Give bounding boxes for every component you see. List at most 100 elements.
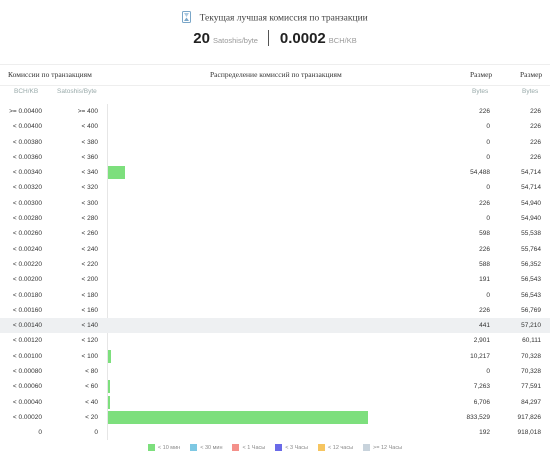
fee-sat-cell: < 240: [81, 245, 98, 253]
fee-bch-cell: < 0.00300: [12, 199, 42, 207]
title-row: Текущая лучшая комиссия по транзакции: [0, 11, 550, 26]
fee-sat-cell: < 220: [81, 260, 98, 268]
fee-sat-cell: < 200: [81, 276, 98, 284]
cumulative-size-cell: 56,543: [521, 276, 541, 284]
table-row[interactable]: < 0.00160 < 160 226 56,769: [0, 303, 550, 318]
legend-item: < 30 мин: [190, 444, 222, 451]
table-row[interactable]: < 0.00200 < 200 191 56,543: [0, 272, 550, 287]
divider: [268, 30, 270, 46]
table-row[interactable]: < 0.00380 < 380 0 226: [0, 135, 550, 150]
table-row[interactable]: < 0.00060 < 60 7,263 77,591: [0, 379, 550, 394]
fee-bch-cell: < 0.00400: [12, 123, 42, 131]
fee-sat-cell: < 60: [85, 383, 98, 391]
legend-label: < 12 часы: [328, 445, 354, 451]
fee-sat-cell: < 180: [81, 291, 98, 299]
table-row[interactable]: < 0.00220 < 220 588 56,352: [0, 257, 550, 272]
table-row[interactable]: >= 0.00400 >= 400 226 226: [0, 104, 550, 119]
table-row[interactable]: < 0.00020 < 20 833,529 917,826: [0, 410, 550, 425]
cumulative-size-cell: 57,210: [521, 322, 541, 330]
fee-bch-unit: BCH/KB: [328, 36, 357, 45]
fee-sat-cell: < 160: [81, 306, 98, 314]
legend-swatch: [147, 444, 155, 451]
legend-swatch: [275, 444, 283, 451]
header: Текущая лучшая комиссия по транзакции 20…: [0, 0, 550, 62]
legend: < 10 мин < 30 мин < 1 Часы < 3 Часы < 12 час…: [0, 444, 550, 451]
distribution-bar: [108, 166, 125, 180]
legend-swatch: [232, 444, 240, 451]
cumulative-size-cell: 54,940: [521, 215, 541, 223]
fee-bch-cell: < 0.00340: [12, 169, 42, 177]
table-row[interactable]: < 0.00100 < 100 10,217 70,328: [0, 349, 550, 364]
col-dist-header: Распределение комиссий по транзакциям: [210, 70, 342, 79]
cumulative-size-cell: 917,826: [517, 413, 542, 421]
table-row[interactable]: < 0.00300 < 300 226 54,940: [0, 196, 550, 211]
distribution-bar: [108, 395, 111, 409]
legend-swatch: [190, 444, 198, 451]
legend-item: < 3 Часы: [275, 444, 308, 451]
table-row[interactable]: < 0.00280 < 280 0 54,940: [0, 211, 550, 226]
col-size1-header: Размер: [470, 70, 493, 79]
cumulative-size-cell: 918,018: [517, 429, 542, 437]
fee-bch-cell: < 0.00040: [12, 398, 42, 406]
cumulative-size-cell: 226: [530, 123, 541, 131]
table-row[interactable]: < 0.00320 < 320 0 54,714: [0, 180, 550, 195]
table-row[interactable]: < 0.00140 < 140 441 57,210: [0, 318, 550, 334]
table-row[interactable]: < 0.00040 < 40 6,706 84,297: [0, 395, 550, 410]
legend-item: < 1 Часы: [232, 444, 265, 451]
table-row[interactable]: < 0.00340 < 340 54,488 54,714: [0, 165, 550, 180]
table-subheader: BCH/KB Satoshis/Byte Bytes Bytes: [0, 85, 550, 99]
page-title: Текущая лучшая комиссия по транзакции: [199, 13, 368, 24]
cumulative-size-cell: 70,328: [521, 352, 541, 360]
table-row[interactable]: < 0.00400 < 400 0 226: [0, 119, 550, 134]
fee-table-body: >= 0.00400 >= 400 226 226 < 0.00400 < 400 0 226…: [0, 104, 550, 441]
legend-label: < 3 Часы: [285, 445, 309, 451]
cumulative-size-cell: 56,769: [521, 306, 541, 314]
fee-bch-cell: < 0.00260: [12, 230, 42, 238]
fee-bch-cell: < 0.00360: [12, 153, 42, 161]
fee-bch-value: 0.0002: [279, 30, 326, 47]
distribution-bar: [108, 380, 111, 394]
fee-sat-cell: < 20: [85, 413, 98, 421]
legend-label: < 30 мин: [200, 445, 223, 451]
cumulative-size-cell: 70,328: [521, 368, 541, 376]
table-row[interactable]: < 0.00240 < 240 226 55,764: [0, 242, 550, 257]
legend-item: < 10 мин: [147, 444, 180, 451]
table-row[interactable]: < 0.00260 < 260 598 55,538: [0, 226, 550, 241]
legend-swatch: [363, 444, 371, 451]
fee-sat-cell: < 100: [81, 352, 98, 360]
fee-sat-cell: < 40: [85, 398, 98, 406]
fee-sat-cell: < 400: [81, 123, 98, 131]
fee-sat-cell: < 80: [85, 368, 98, 376]
current-fee: 20 Satoshis/byte 0.0002 BCH/KB: [0, 30, 550, 48]
fee-sat-cell: < 380: [81, 138, 98, 146]
sub-bytes2: Bytes: [522, 88, 539, 95]
fee-bch-cell: < 0.00080: [12, 368, 42, 376]
fee-bch-cell: < 0.00280: [12, 215, 42, 223]
table-row[interactable]: 0 0 192 918,018: [0, 425, 550, 440]
col-size2-header: Размер: [520, 70, 543, 79]
sub-sat: Satoshis/Byte: [57, 88, 97, 95]
legend-swatch: [318, 444, 326, 451]
distribution-bar: [108, 410, 368, 424]
fee-sat-cell: < 280: [81, 215, 98, 223]
table-row[interactable]: < 0.00120 < 120 2,901 60,111: [0, 333, 550, 348]
sub-bytes1: Bytes: [472, 88, 489, 95]
cumulative-size-cell: 56,352: [521, 260, 541, 268]
fee-sat-cell: < 120: [81, 337, 98, 345]
fee-bch-cell: < 0.00180: [12, 291, 42, 299]
fee-bch-cell: < 0.00020: [12, 413, 42, 421]
fee-sat-cell: < 260: [81, 230, 98, 238]
hourglass-icon: [182, 11, 192, 26]
fee-bch-cell: < 0.00220: [12, 260, 42, 268]
fee-bch-cell: < 0.00060: [12, 383, 42, 391]
table-row[interactable]: < 0.00080 < 80 0 70,328: [0, 364, 550, 379]
table-row[interactable]: < 0.00180 < 180 0 56,543: [0, 288, 550, 303]
fee-sat-cell: < 140: [81, 322, 98, 330]
legend-label: >= 12 Часы: [373, 445, 403, 451]
cumulative-size-cell: 54,714: [521, 184, 541, 192]
cumulative-size-cell: 55,538: [521, 230, 541, 238]
table-row[interactable]: < 0.00360 < 360 0 226: [0, 150, 550, 165]
legend-item: >= 12 Часы: [363, 444, 402, 451]
fee-bch-cell: < 0.00320: [12, 184, 42, 192]
sub-bch: BCH/KB: [14, 88, 39, 95]
